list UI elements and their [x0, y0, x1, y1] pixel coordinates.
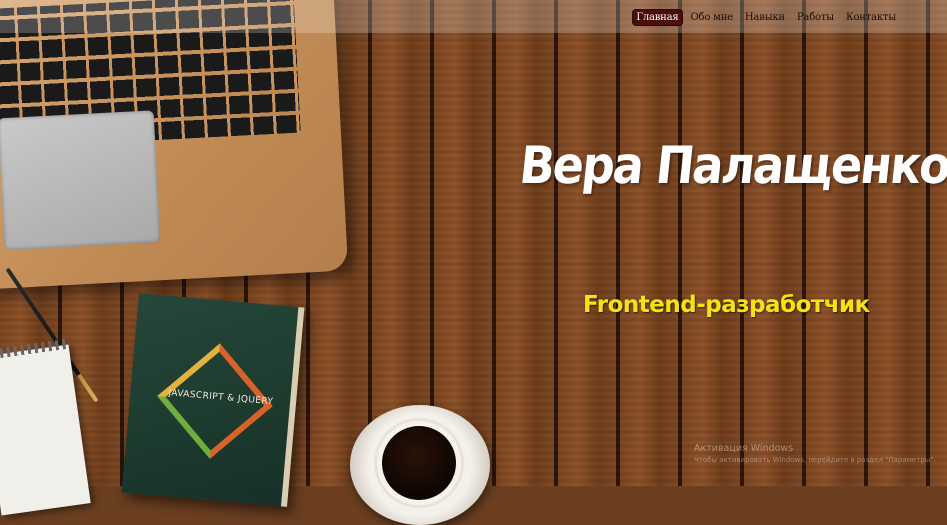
main-nav: Главная Обо мне Навыки Работы Контакты	[633, 10, 899, 25]
windows-activation-watermark: Активация Windows Чтобы активировать Win…	[694, 443, 936, 464]
book-image: JAVASCRIPT & JQUERY	[121, 293, 305, 507]
hero-role: Frontend-разработчик	[583, 292, 870, 318]
coffee	[382, 426, 456, 500]
hero-name: Вера Палащенко	[516, 134, 947, 196]
laptop-touchpad	[0, 110, 161, 251]
nav-link-about[interactable]: Обо мне	[688, 10, 736, 25]
watermark-subtitle: Чтобы активировать Windows, перейдите в …	[694, 456, 936, 464]
nav-link-works[interactable]: Работы	[794, 10, 837, 25]
top-navbar: Главная Обо мне Навыки Работы Контакты	[0, 0, 947, 33]
nav-link-home[interactable]: Главная	[633, 10, 682, 25]
watermark-title: Активация Windows	[694, 443, 794, 454]
laptop-image	[0, 0, 349, 290]
nav-link-skills[interactable]: Навыки	[742, 10, 788, 25]
nav-link-contacts[interactable]: Контакты	[843, 10, 899, 25]
